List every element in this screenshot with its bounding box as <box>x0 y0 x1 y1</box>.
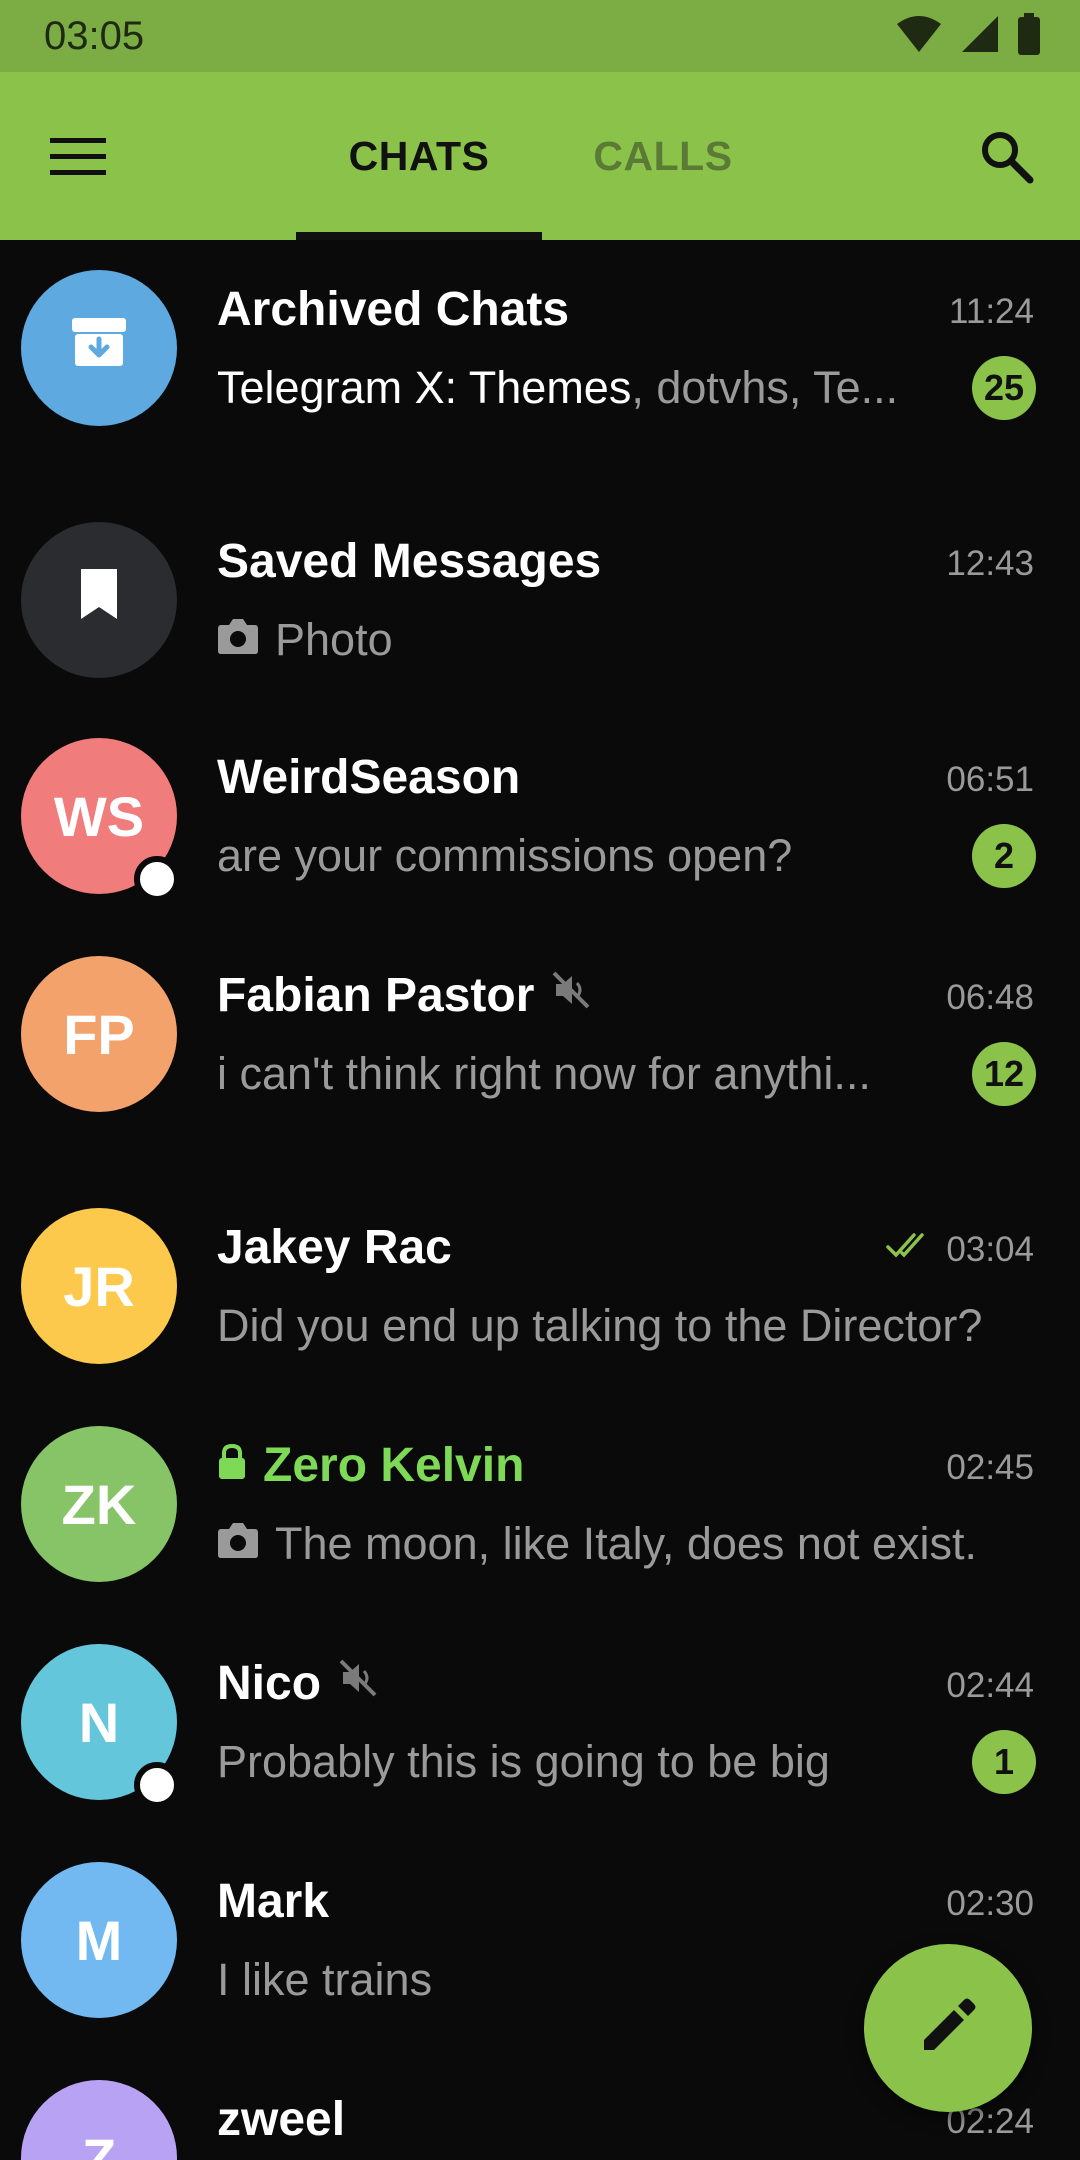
chat-time: 02:45 <box>946 1448 1034 1488</box>
time-text: 02:30 <box>946 1884 1034 1923</box>
chat-preview: I like trains <box>217 1954 930 2006</box>
chat-preview: Probably this is going to be big <box>217 1736 930 1788</box>
chat-name: Zero Kelvin <box>217 1438 524 1493</box>
avatar <box>21 522 177 678</box>
chat-preview: Did you end up talking to the Director? <box>217 1300 1034 1352</box>
unread-badge: 2 <box>972 824 1036 888</box>
search-button[interactable] <box>966 118 1046 198</box>
unread-badge: 12 <box>972 1042 1036 1106</box>
camera-icon <box>217 614 259 666</box>
signal-icon <box>960 14 1000 59</box>
app-bar: CHATS CALLS <box>0 72 1080 240</box>
avatar: M <box>21 1862 177 2018</box>
muted-icon <box>550 968 592 1023</box>
online-indicator <box>134 1762 180 1808</box>
time-text: 06:48 <box>946 978 1034 1017</box>
preview-text: i can't think right now for anythi... <box>217 1048 871 1099</box>
unread-badge: 1 <box>972 1730 1036 1794</box>
chat-row-jakey-rac[interactable]: JR Jakey Rac 03:04 Did you end up talkin… <box>0 1178 1080 1418</box>
chat-name-text: Zero Kelvin <box>263 1439 525 1492</box>
tab-chats[interactable]: CHATS <box>296 72 542 240</box>
avatar <box>21 270 177 426</box>
chat-row-zero-kelvin[interactable]: ZK Zero Kelvin 02:45 The moon, like Ital… <box>0 1396 1080 1636</box>
chat-name-text: Fabian Pastor <box>217 969 535 1022</box>
chat-row-weirdseason[interactable]: WS WeirdSeason 06:51 are your commission… <box>0 708 1080 948</box>
camera-icon <box>217 1518 259 1570</box>
chat-row-saved-messages[interactable]: Saved Messages 12:43 Photo <box>0 492 1080 732</box>
chat-name: Jakey Rac <box>217 1221 452 1274</box>
muted-icon <box>337 1656 379 1711</box>
hamburger-menu-icon <box>50 136 106 181</box>
status-bar: 03:05 <box>0 0 1080 72</box>
pencil-icon <box>918 1996 978 2061</box>
time-text: 06:51 <box>946 760 1034 799</box>
chat-row-fabian-pastor[interactable]: FP Fabian Pastor 06:48 i can't think rig… <box>0 926 1080 1166</box>
preview-text: Probably this is going to be big <box>217 1736 830 1787</box>
avatar: Z <box>21 2080 177 2160</box>
chat-time: 02:44 <box>946 1666 1034 1706</box>
active-tab-indicator <box>296 232 542 240</box>
menu-button[interactable] <box>40 120 116 196</box>
online-indicator <box>134 856 180 902</box>
avatar: ZK <box>21 1426 177 1582</box>
chat-time: 11:24 <box>949 292 1034 332</box>
chat-time: 06:51 <box>946 760 1034 800</box>
chat-row-nico[interactable]: N Nico 02:44 Probably this is going to b… <box>0 1614 1080 1854</box>
time-text: 02:45 <box>946 1448 1034 1487</box>
chat-name: zweel <box>217 2093 346 2146</box>
chat-time: 03:04 <box>886 1230 1034 1270</box>
tab-calls[interactable]: CALLS <box>560 72 766 240</box>
bookmark-icon <box>77 567 121 634</box>
wifi-icon <box>896 14 942 59</box>
chat-preview: The moon, like Italy, does not exist. <box>217 1518 1034 1570</box>
chat-name: Nico <box>217 1656 379 1711</box>
time-text: 02:44 <box>946 1666 1034 1705</box>
chat-name: Archived Chats <box>217 283 570 336</box>
chat-name: Mark <box>217 1875 330 1928</box>
chat-time: 06:48 <box>946 978 1034 1018</box>
lock-icon <box>217 1438 247 1493</box>
chat-time: 12:43 <box>946 544 1034 584</box>
compose-button[interactable] <box>864 1944 1032 2112</box>
chat-name: Fabian Pastor <box>217 968 592 1023</box>
avatar: FP <box>21 956 177 1112</box>
battery-icon <box>1018 12 1040 60</box>
chat-row-archived[interactable]: Archived Chats 11:24 Telegram X: Themes,… <box>0 240 1080 480</box>
chat-preview: Telegram X: Themes, dotvhs, Te... <box>217 362 930 414</box>
unread-badge: 25 <box>972 356 1036 420</box>
archive-icon <box>70 316 128 381</box>
preview-text: I like trains <box>217 1954 433 2005</box>
status-icons <box>896 12 1040 60</box>
preview-text: Did you end up talking to the Director? <box>217 1300 983 1351</box>
read-checkmarks-icon <box>886 1230 934 1270</box>
chat-name: WeirdSeason <box>217 751 521 804</box>
preview-text: , dotvhs, Te... <box>631 362 899 413</box>
time-text: 12:43 <box>946 544 1034 583</box>
status-time: 03:05 <box>44 14 145 58</box>
chat-preview: i can't think right now for anythi... <box>217 1048 930 1100</box>
time-text: 03:04 <box>946 1230 1034 1269</box>
chat-time: 02:30 <box>946 1884 1034 1924</box>
preview-highlight: Telegram X: Themes <box>217 362 632 413</box>
preview-text: The moon, like Italy, does not exist. <box>275 1518 978 1569</box>
search-icon <box>978 128 1034 189</box>
chat-preview: are your commissions open? <box>217 830 930 882</box>
avatar: JR <box>21 1208 177 1364</box>
time-text: 11:24 <box>949 292 1034 331</box>
preview-text: are your commissions open? <box>217 830 793 881</box>
preview-text: Photo <box>275 614 393 665</box>
chat-name-text: Nico <box>217 1657 322 1710</box>
chat-name: Saved Messages <box>217 535 602 588</box>
chat-preview: Photo <box>217 614 930 666</box>
